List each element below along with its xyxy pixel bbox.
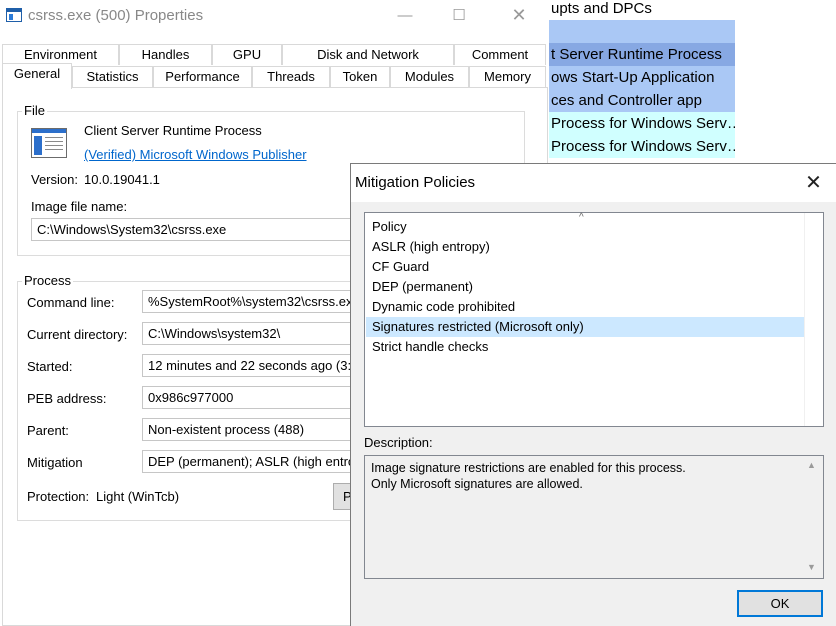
- dialog-title: Mitigation Policies: [355, 174, 476, 191]
- current-directory-label: Current directory:: [27, 327, 128, 342]
- file-description: Client Server Runtime Process: [84, 123, 262, 138]
- tab-general[interactable]: General: [2, 63, 72, 89]
- command-line-field[interactable]: %SystemRoot%\system32\csrss.exe: [142, 290, 352, 313]
- parent-field[interactable]: Non-existent process (488): [142, 418, 352, 441]
- image-file-name-label: Image file name:: [31, 199, 128, 214]
- dialog-close-button[interactable]: ✕: [791, 164, 836, 202]
- ok-button[interactable]: OK: [737, 590, 823, 617]
- bg-list-row-4[interactable]: ces and Controller app: [549, 89, 735, 112]
- policy-row-aslr[interactable]: ASLR (high entropy): [366, 237, 804, 257]
- started-label: Started:: [27, 359, 73, 374]
- properties-titlebar[interactable]: csrss.exe (500) Properties — ☐ ✕: [0, 0, 548, 31]
- bg-list-row-label: Process for Windows Serv…: [551, 138, 735, 155]
- background-process-list: upts and DPCs t Server Runtime Process o…: [549, 0, 836, 165]
- window-app-icon: [6, 8, 22, 22]
- protection-label: Protection:: [27, 489, 90, 504]
- minimize-button[interactable]: —: [382, 0, 428, 31]
- mitigation-label: Mitigation: [27, 455, 83, 470]
- maximize-button[interactable]: ☐: [436, 0, 482, 31]
- close-button[interactable]: ✕: [496, 0, 542, 31]
- dialog-titlebar[interactable]: Mitigation Policies ✕: [351, 164, 836, 202]
- policy-row-dynamic-code[interactable]: Dynamic code prohibited: [366, 297, 804, 317]
- mitigation-field[interactable]: DEP (permanent); ASLR (high entro: [142, 450, 352, 473]
- protection-value: Light (WinTcb): [96, 489, 180, 504]
- bg-list-row-label: ows Start-Up Application: [551, 69, 715, 86]
- policy-column-title: Policy: [372, 219, 407, 234]
- tab-memory[interactable]: Memory: [469, 66, 546, 87]
- description-label: Description:: [364, 435, 433, 450]
- tab-statistics[interactable]: Statistics: [72, 66, 153, 87]
- current-directory-field[interactable]: C:\Windows\system32\: [142, 322, 352, 345]
- policy-row-dep[interactable]: DEP (permanent): [366, 277, 804, 297]
- sort-ascending-icon: ^: [579, 212, 584, 223]
- bg-list-row-6[interactable]: Process for Windows Serv…: [549, 135, 735, 158]
- bg-list-row-3[interactable]: ows Start-Up Application: [549, 66, 735, 89]
- scroll-down-icon[interactable]: ▼: [807, 562, 816, 572]
- scroll-up-icon[interactable]: ▲: [807, 460, 816, 470]
- mitigation-policies-dialog: Mitigation Policies ✕ ^ Policy ASLR (hig…: [350, 163, 836, 626]
- window-title: csrss.exe (500) Properties: [28, 7, 204, 24]
- policy-list[interactable]: ^ Policy ASLR (high entropy) CF Guard DE…: [364, 212, 824, 427]
- file-group-label: File: [22, 103, 47, 118]
- process-group-label: Process: [22, 273, 73, 288]
- description-text: Image signature restrictions are enabled…: [371, 461, 686, 491]
- policy-row-signatures-restricted[interactable]: Signatures restricted (Microsoft only): [366, 317, 804, 337]
- tab-disk-and-network[interactable]: Disk and Network: [282, 44, 454, 65]
- bg-list-row-5[interactable]: Process for Windows Serv…: [549, 112, 735, 135]
- command-line-label: Command line:: [27, 295, 115, 310]
- tab-threads[interactable]: Threads: [252, 66, 330, 87]
- version-value: 10.0.19041.1: [84, 172, 160, 187]
- policy-column-header[interactable]: ^ Policy: [365, 212, 823, 236]
- peb-address-label: PEB address:: [27, 391, 107, 406]
- bg-list-row-label: upts and DPCs: [551, 0, 652, 17]
- list-column-divider: [804, 213, 805, 426]
- bg-list-row-1[interactable]: [549, 20, 735, 43]
- version-label: Version:: [31, 172, 78, 187]
- tab-handles[interactable]: Handles: [119, 44, 212, 65]
- bg-list-row-label: t Server Runtime Process: [551, 46, 722, 63]
- description-box[interactable]: Image signature restrictions are enabled…: [364, 455, 824, 579]
- executable-file-icon: [31, 128, 67, 158]
- tab-token[interactable]: Token: [330, 66, 390, 87]
- peb-address-field[interactable]: 0x986c977000: [142, 386, 352, 409]
- parent-label: Parent:: [27, 423, 69, 438]
- bg-list-row-2[interactable]: t Server Runtime Process: [549, 43, 735, 66]
- tab-comment[interactable]: Comment: [454, 44, 546, 65]
- policy-row-strict-handle-checks[interactable]: Strict handle checks: [366, 337, 804, 357]
- bg-list-row-label: ces and Controller app: [551, 92, 702, 109]
- tab-environment[interactable]: Environment: [2, 44, 119, 65]
- tab-modules[interactable]: Modules: [390, 66, 469, 87]
- started-field[interactable]: 12 minutes and 22 seconds ago (3:: [142, 354, 352, 377]
- tab-performance[interactable]: Performance: [153, 66, 252, 87]
- bg-list-row-label: Process for Windows Serv…: [551, 115, 735, 132]
- tab-gpu[interactable]: GPU: [212, 44, 282, 65]
- publisher-link[interactable]: (Verified) Microsoft Windows Publisher: [84, 147, 307, 162]
- bg-list-row-0[interactable]: upts and DPCs: [549, 0, 735, 20]
- policy-row-cf-guard[interactable]: CF Guard: [366, 257, 804, 277]
